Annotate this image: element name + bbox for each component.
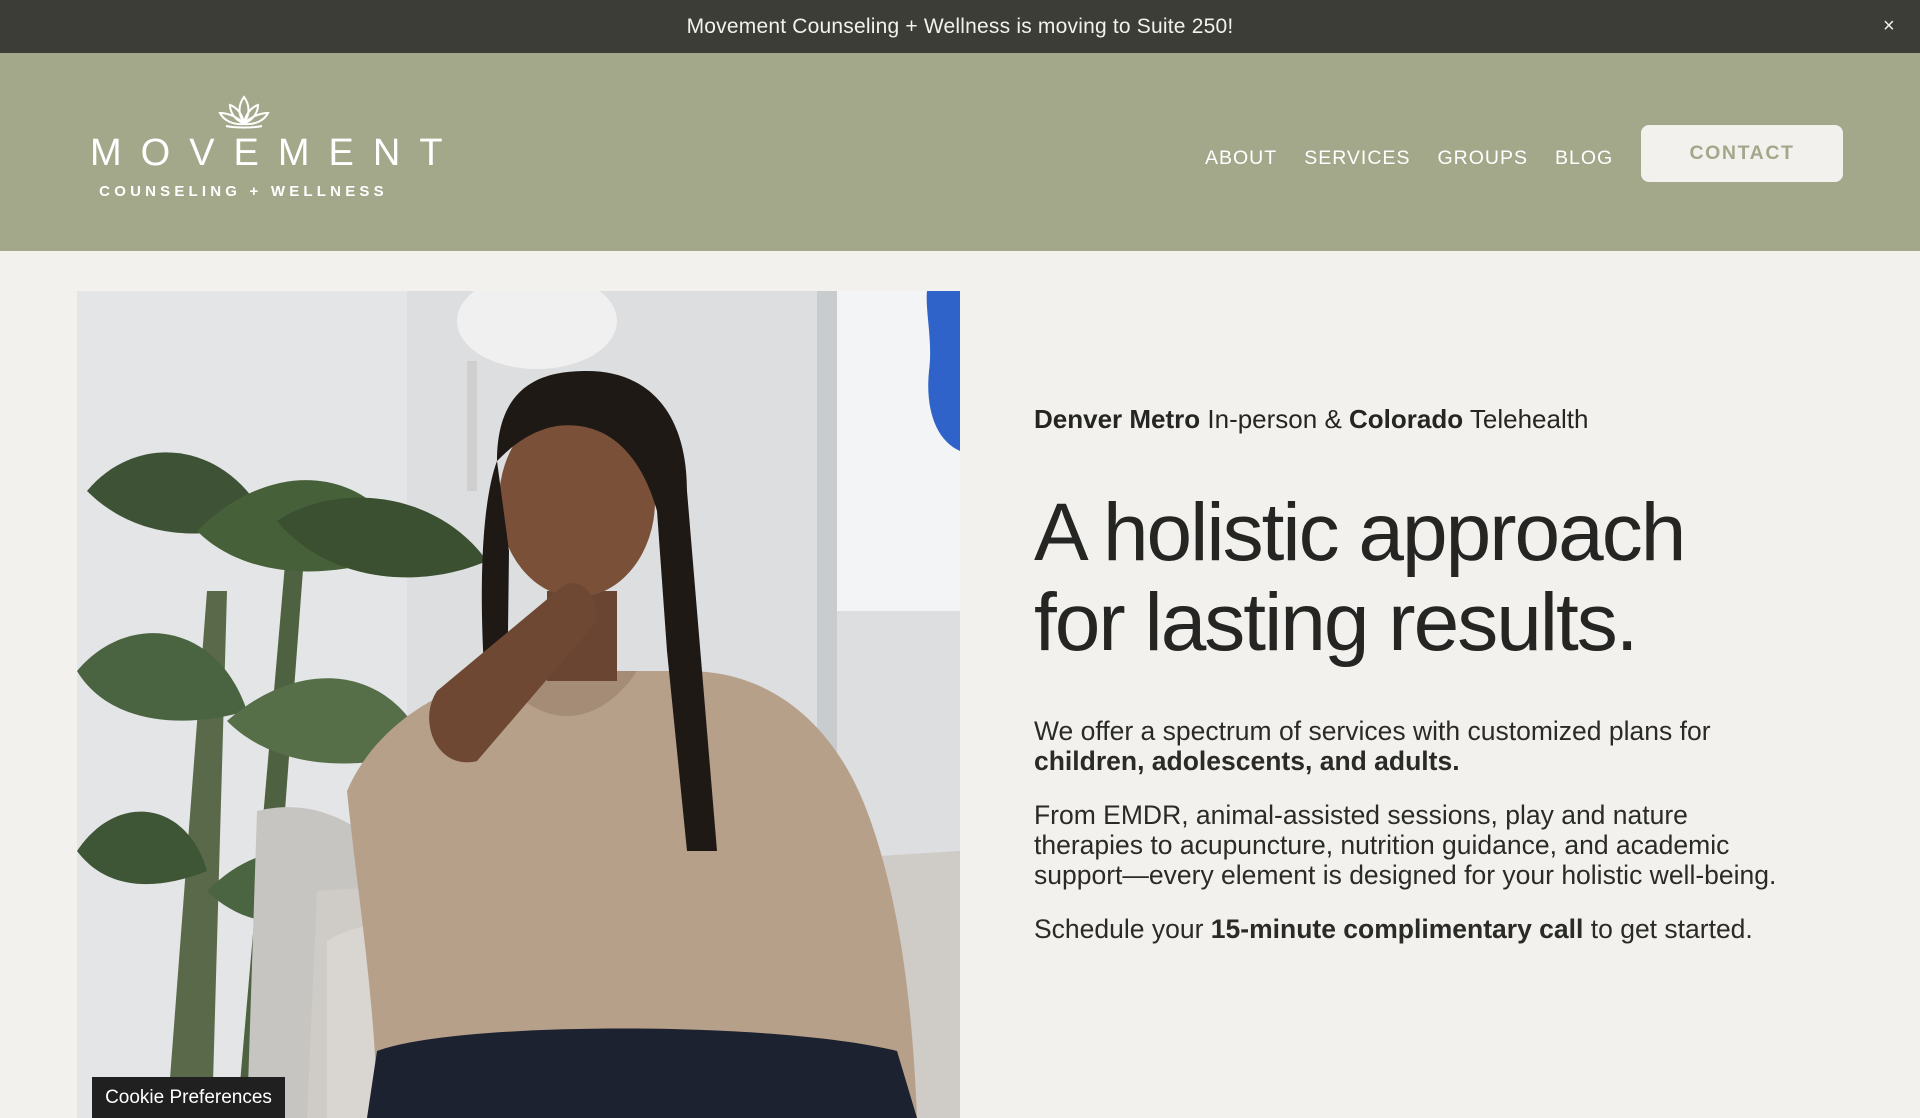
schedule-text-2: to get started. (1583, 914, 1753, 944)
announcement-bar: Movement Counseling + Wellness is moving… (0, 0, 1920, 53)
hero-content: Denver Metro In-person & Colorado Telehe… (1034, 400, 1794, 944)
nav-services[interactable]: SERVICES (1304, 147, 1410, 170)
hero-photo (77, 291, 960, 1118)
headline-line-2: for lasting results. (1034, 577, 1639, 668)
nav-about[interactable]: ABOUT (1205, 147, 1277, 170)
contact-button[interactable]: CONTACT (1641, 125, 1843, 182)
schedule-call-text: Schedule your 15-minute complimentary ca… (1034, 914, 1794, 944)
cookie-preferences-button[interactable]: Cookie Preferences (92, 1077, 285, 1118)
location-state: Colorado (1349, 404, 1464, 434)
schedule-text-1: Schedule your (1034, 914, 1211, 944)
headline-line-1: A holistic approach (1034, 487, 1686, 578)
site-logo[interactable]: MOVEMENT COUNSELING + WELLNESS (76, 91, 462, 211)
location-inperson: In-person & (1200, 404, 1350, 434)
logo-subtitle: COUNSELING + WELLNESS (99, 183, 388, 200)
location-telehealth: Telehealth (1463, 404, 1589, 434)
services-intro: We offer a spectrum of services with cus… (1034, 716, 1794, 776)
hero-headline: A holistic approach for lasting results. (1034, 488, 1794, 668)
main-nav: ABOUT SERVICES GROUPS BLOG (1205, 143, 1613, 173)
services-detail: From EMDR, animal-assisted sessions, pla… (1034, 800, 1777, 890)
announcement-text: Movement Counseling + Wellness is moving… (686, 14, 1234, 38)
nav-groups[interactable]: GROUPS (1437, 147, 1528, 170)
close-icon[interactable]: × (1876, 13, 1902, 39)
location-metro: Denver Metro (1034, 404, 1201, 434)
nav-blog[interactable]: BLOG (1555, 147, 1613, 170)
lotus-icon (217, 95, 270, 129)
site-header: MOVEMENT COUNSELING + WELLNESS ABOUT SER… (0, 53, 1920, 251)
services-intro-text: We offer a spectrum of services with cus… (1034, 716, 1711, 746)
location-line: Denver Metro In-person & Colorado Telehe… (1034, 400, 1794, 438)
schedule-call-offer: 15-minute complimentary call (1210, 914, 1584, 944)
logo-wordmark: MOVEMENT (90, 132, 462, 174)
hero-photo-illustration (77, 291, 960, 1118)
services-audience: children, adolescents, and adults. (1034, 746, 1460, 776)
